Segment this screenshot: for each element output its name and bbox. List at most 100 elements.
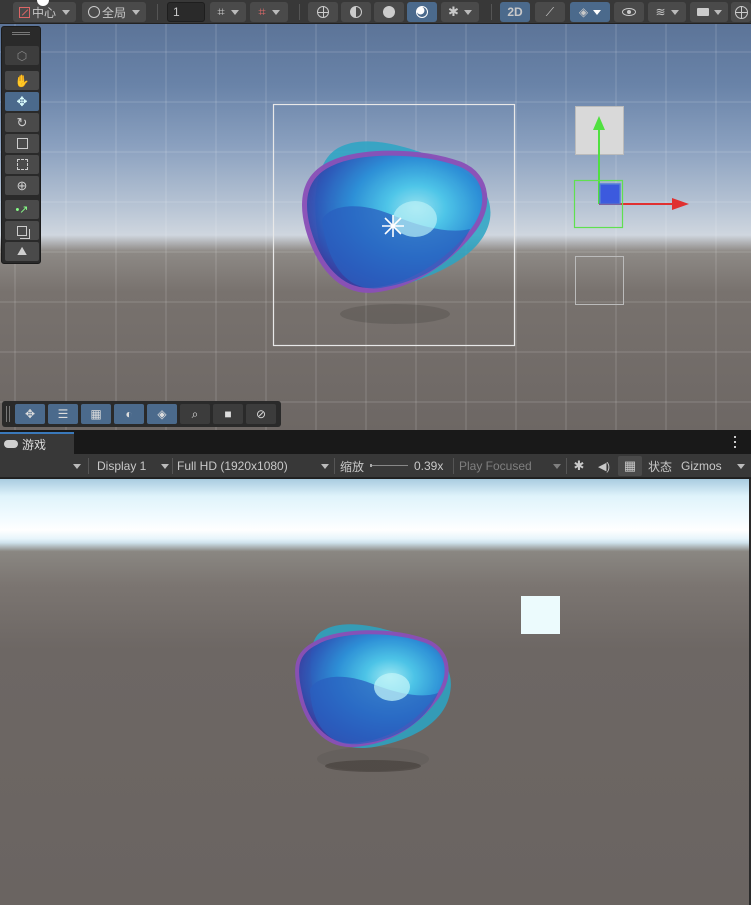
blob-sprite[interactable] [295, 624, 451, 749]
game-toolbar: Display 1 Full HD (1920x1080) 缩放 0.39x P… [0, 454, 751, 478]
snap-value: 1 [173, 5, 180, 19]
gizmo-globe-icon [734, 5, 748, 19]
hand-icon: ✋ [14, 73, 30, 88]
debug-draw-mode-button[interactable]: ✱ [441, 2, 479, 22]
rect-tool-button[interactable] [5, 155, 39, 174]
tool-panel: ⬡ ✋ ✥ ↻ ⊕ •↗ ⛰ [1, 26, 41, 264]
view-tool-button[interactable]: ⬡ [5, 46, 39, 65]
layers-button[interactable]: ≋ [648, 2, 686, 22]
scene-visibility-button[interactable] [614, 2, 644, 22]
gizmos-dropdown[interactable]: Gizmos [681, 456, 747, 476]
display-dropdown[interactable]: Display 1 [97, 456, 171, 476]
overlay-align-button[interactable]: ☰ [48, 404, 78, 424]
gamepad-icon [4, 440, 18, 448]
copy-icon [17, 225, 27, 236]
scale-slider-thumb[interactable] [370, 464, 372, 467]
space-dropdown[interactable]: 全局 [82, 2, 146, 22]
overlay-grip[interactable] [6, 406, 10, 422]
overlay-grid-button[interactable]: ▦ [81, 404, 111, 424]
globe-icon [87, 6, 100, 18]
scene-lighting-toggle[interactable]: ⟋ [535, 2, 565, 22]
tab-options-menu-icon[interactable] [733, 436, 737, 448]
duplicate-tool-button[interactable] [5, 221, 39, 240]
gizmo-grid-toggle[interactable]: ▦ [618, 456, 642, 476]
play-mode-dropdown[interactable]: Play Focused [459, 456, 563, 476]
panel-grip[interactable] [12, 32, 30, 35]
pivot-star-icon [382, 215, 404, 237]
rotate-icon: ↻ [16, 114, 28, 130]
scale-slider[interactable] [370, 464, 408, 467]
move-tool-button[interactable]: ✥ [5, 92, 39, 111]
bug-icon: ✱ [573, 458, 585, 473]
scene-audio-effects-button[interactable]: ◈ [570, 2, 610, 22]
toolbar-separator [172, 458, 173, 474]
white-square-sprite[interactable] [521, 596, 560, 634]
2d-mode-button[interactable]: 2D [500, 2, 530, 22]
chevron-down-icon [271, 9, 280, 15]
shaded-wireframe-button[interactable] [341, 2, 371, 22]
overlay-camera-button[interactable]: ■ [213, 404, 243, 424]
tab-game[interactable]: 游戏 [0, 432, 74, 454]
lit-mode-button[interactable] [407, 2, 437, 22]
wireframe-mode-button[interactable] [308, 2, 338, 22]
blob-sprite[interactable] [302, 141, 491, 293]
camera-icon [696, 8, 709, 16]
rotate-tool-button[interactable]: ↻ [5, 113, 39, 132]
overlay-layers-button[interactable]: ◈ [147, 404, 177, 424]
layers-effects-icon: ◈ [578, 5, 589, 19]
overlay-toolbar: ✥ ☰ ▦ ◐ ◈ ⌕ ■ ⊘ [2, 401, 281, 427]
transform-icon: ⊕ [16, 177, 28, 193]
grid-icon: ⌗ [258, 4, 266, 19]
rect-icon [16, 159, 28, 170]
chevron-down-icon [230, 9, 239, 15]
mute-audio-button[interactable]: ◀) [594, 456, 614, 476]
layers-icon: ◈ [157, 407, 167, 421]
scale-tool-button[interactable] [5, 134, 39, 153]
terrain-tool-button[interactable]: ⛰ [5, 242, 39, 261]
stats-label: 状态 [648, 459, 673, 474]
chevron-down-icon [713, 9, 722, 15]
resolution-dropdown[interactable]: Full HD (1920x1080) [177, 456, 331, 476]
toolbar-separator [299, 4, 300, 20]
chevron-down-icon [132, 9, 140, 15]
overlay-navigation-button[interactable]: ⊘ [246, 404, 276, 424]
scene-view[interactable]: ⬡ ✋ ✥ ↻ ⊕ •↗ ⛰ ✥ ☰ ▦ ◐ ◈ ⌕ ■ ⊘ [0, 24, 751, 430]
move-arrows-icon: ✥ [16, 93, 28, 109]
shaded-mode-button[interactable] [374, 2, 404, 22]
space-label: 全局 [101, 5, 126, 20]
overlay-lighting-button[interactable]: ◐ [114, 404, 144, 424]
chevron-down-icon [670, 9, 679, 15]
overlay-search-button[interactable]: ⌕ [180, 404, 210, 424]
scene-camera-button[interactable] [690, 2, 728, 22]
game-render [295, 596, 560, 772]
game-view[interactable] [0, 479, 749, 905]
custom-tool-button[interactable]: •↗ [5, 200, 39, 219]
eye-icon [622, 8, 636, 16]
shaded-sphere-icon [383, 6, 395, 18]
grid-snap-button[interactable]: ⌗ [210, 2, 246, 22]
moon-icon: ◐ [125, 407, 133, 421]
wireframe-sphere-icon [317, 6, 329, 18]
grid-visibility-button[interactable]: ⌗ [250, 2, 288, 22]
transform-tool-button[interactable]: ⊕ [5, 176, 39, 195]
overlay-move-button[interactable]: ✥ [15, 404, 45, 424]
stats-button[interactable]: 状态 [648, 456, 672, 476]
pivot-move-icon: •↗ [15, 204, 29, 216]
gizmos-label: Gizmos [681, 459, 722, 473]
chevron-down-icon [321, 463, 329, 469]
hand-tool-button[interactable]: ✋ [5, 71, 39, 90]
object-shadow-soft [317, 747, 429, 771]
speaker-icon: ◀) [597, 460, 611, 473]
frame-debugger-button[interactable]: ✱ [569, 456, 589, 476]
toolbar-separator [334, 458, 335, 474]
game-tab-bar: 游戏 [0, 430, 751, 454]
chevron-down-icon [73, 463, 81, 469]
gizmos-button[interactable] [731, 2, 751, 22]
z-axis-handle[interactable] [599, 183, 621, 205]
lighting-sphere-icon [416, 6, 428, 18]
game-tab-label: 游戏 [22, 437, 47, 452]
game-view-dropdown[interactable] [68, 456, 86, 476]
x-axis-arrowhead[interactable] [672, 198, 689, 210]
snap-increment-field[interactable]: 1 [167, 2, 205, 22]
chevron-down-icon [161, 463, 169, 469]
